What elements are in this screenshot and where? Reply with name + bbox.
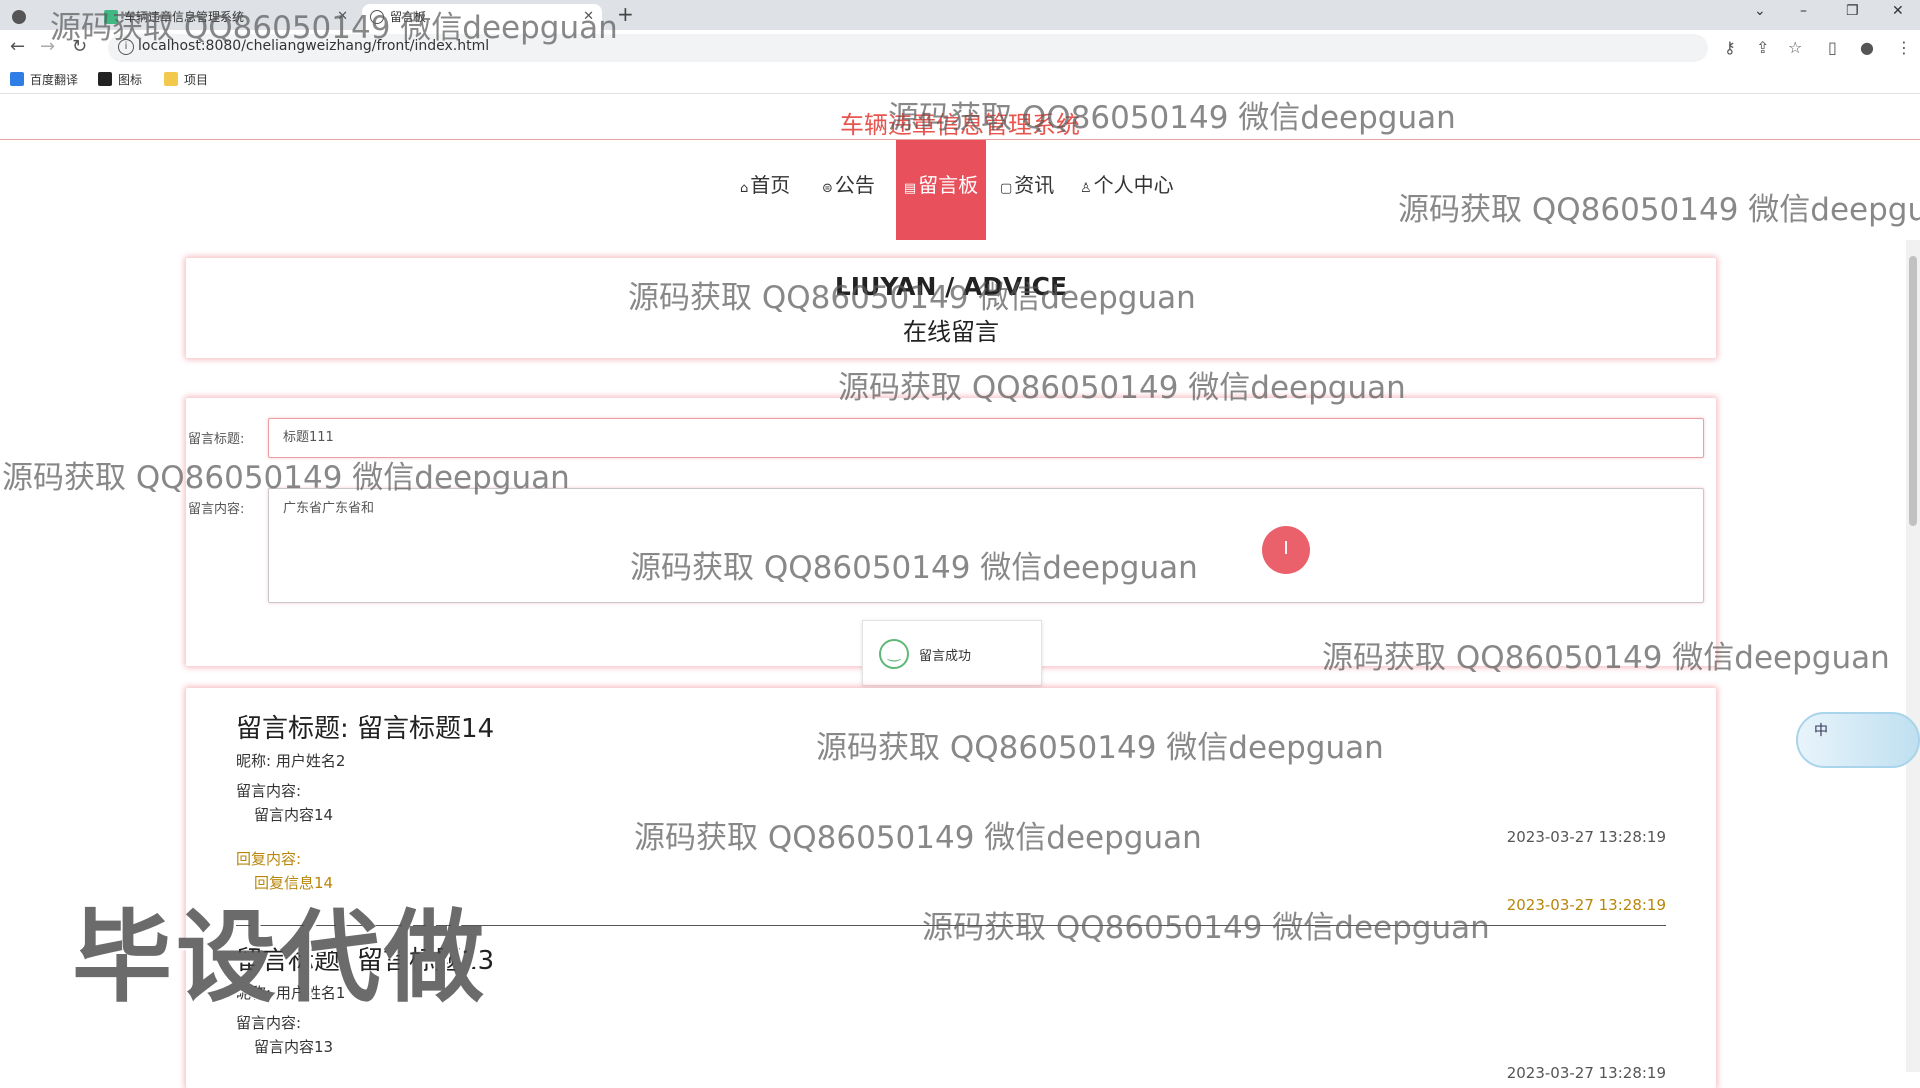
page-scrollbar[interactable] — [1906, 240, 1920, 1072]
message-icon: ▤ — [903, 181, 917, 196]
smile-icon: ‿ — [879, 639, 909, 669]
site-header: 车辆违章信息管理系统 — [0, 95, 1920, 140]
message-title: 留言标题: 留言标题14 — [236, 714, 495, 744]
nav-label: 留言板 — [918, 173, 979, 197]
bookmark-baidu-translate[interactable]: 百度翻译 — [10, 71, 78, 88]
section-title-cn: 在线留言 — [903, 318, 999, 346]
close-icon[interactable]: ✕ — [583, 4, 594, 30]
bookmark-project[interactable]: 项目 — [164, 71, 208, 88]
tab-label: 留言板 — [390, 10, 427, 24]
forward-icon[interactable]: → — [40, 36, 55, 57]
text-cursor-icon: I — [1262, 526, 1310, 574]
sidepanel-icon[interactable]: ▯ — [1828, 38, 1837, 57]
message-content: 留言内容14 — [254, 806, 334, 824]
bookmark-icons[interactable]: 图标 — [98, 71, 142, 88]
tab-search-icon[interactable]: ⌄ — [1754, 3, 1766, 19]
home-icon: ⌂ — [740, 181, 749, 196]
content-label: 留言内容: — [188, 502, 245, 517]
reply-content: 回复信息14 — [254, 874, 334, 892]
info-icon[interactable]: i — [118, 39, 134, 55]
key-icon[interactable]: ⚷ — [1724, 38, 1736, 57]
menu-icon[interactable]: ⋮ — [1896, 38, 1912, 57]
chrome-icon — [12, 10, 26, 24]
title-label: 留言标题: — [188, 432, 245, 447]
bookmarks-bar: 百度翻译 图标 项目 — [0, 66, 1920, 94]
floating-widget[interactable]: 中 — [1796, 712, 1920, 768]
bookmark-label: 百度翻译 — [30, 73, 79, 87]
widget-label: 中 — [1814, 723, 1828, 739]
nav-label: 资讯 — [1014, 173, 1055, 197]
reply-time: 2023-03-27 13:28:19 — [1506, 896, 1666, 914]
nav-label: 公告 — [834, 173, 875, 197]
message-title-input[interactable]: 标题111 — [268, 418, 1704, 458]
reload-icon[interactable]: ↻ — [72, 36, 87, 57]
nav-notice[interactable]: ⊜ 公告 — [822, 140, 884, 240]
new-tab-icon[interactable]: + — [617, 2, 634, 26]
browser-tab-strip: 车辆违章信息管理系统 ✕ 留言板 ✕ + ⌄ – ❐ ✕ — [0, 0, 1920, 30]
vue-icon — [104, 10, 118, 24]
message-divider — [236, 925, 1666, 926]
translate-icon — [10, 72, 24, 86]
browser-tab-active[interactable]: 留言板 ✕ — [362, 4, 602, 30]
scroll-thumb[interactable] — [1909, 256, 1917, 526]
bookmark-icon — [98, 72, 112, 86]
star-icon[interactable]: ☆ — [1788, 38, 1802, 57]
message-time: 2023-03-27 13:28:19 — [1506, 828, 1666, 846]
browser-toolbar: ← → ↻ i localhost:8080/cheliangweizhang/… — [0, 30, 1920, 66]
restore-icon[interactable]: ❐ — [1846, 3, 1859, 19]
folder-icon — [164, 72, 178, 86]
nav-label: 首页 — [750, 173, 791, 197]
browser-tab-chrome[interactable] — [4, 4, 44, 30]
success-toast: ‿ 留言成功 — [862, 620, 1042, 686]
notice-icon: ⊜ — [822, 181, 833, 196]
message-nickname: 昵称: 用户姓名1 — [236, 984, 346, 1002]
share-icon[interactable]: ⇪ — [1756, 38, 1769, 57]
globe-icon — [370, 10, 384, 24]
profile-icon[interactable]: ● — [1860, 38, 1874, 57]
news-icon: ▢ — [1000, 181, 1013, 196]
bookmark-label: 项目 — [184, 73, 209, 87]
site-title: 车辆违章信息管理系统 — [840, 111, 1080, 139]
address-bar[interactable]: i localhost:8080/cheliangweizhang/front/… — [108, 34, 1708, 62]
section-title-en: LIUYAN / ADVICE — [834, 272, 1068, 301]
tab-label: 车辆违章信息管理系统 — [124, 10, 245, 24]
close-icon[interactable]: ✕ — [337, 4, 348, 30]
message-title: 留言标题: 留言标题13 — [236, 946, 495, 976]
bookmark-label: 图标 — [118, 73, 143, 87]
toast-message: 留言成功 — [919, 649, 972, 664]
browser-tab-system[interactable]: 车辆违章信息管理系统 ✕ — [96, 4, 356, 30]
nav-home[interactable]: ⌂ 首页 — [740, 140, 802, 240]
reply-label: 回复内容: — [236, 850, 302, 868]
nav-user-center[interactable]: ♙ 个人中心 — [1080, 140, 1180, 240]
nav-message-board[interactable]: ▤ 留言板 — [896, 140, 986, 240]
section-title-card: LIUYAN / ADVICE 在线留言 — [186, 258, 1716, 358]
message-content: 留言内容13 — [254, 1038, 334, 1056]
message-list: 留言标题: 留言标题14 昵称: 用户姓名2 留言内容: 留言内容14 2023… — [186, 688, 1716, 1088]
watermark: 源码获取 QQ86050149 微信deepguan — [1398, 192, 1920, 228]
minimize-icon[interactable]: – — [1800, 3, 1807, 19]
message-content-label: 留言内容: — [236, 1014, 302, 1032]
nav-news[interactable]: ▢ 资讯 — [1000, 140, 1062, 240]
message-nickname: 昵称: 用户姓名2 — [236, 752, 346, 770]
user-icon: ♙ — [1080, 181, 1092, 196]
nav-label: 个人中心 — [1093, 173, 1174, 197]
url-text[interactable]: localhost:8080/cheliangweizhang/front/in… — [138, 38, 489, 54]
window-close-icon[interactable]: ✕ — [1892, 3, 1904, 19]
message-content-label: 留言内容: — [236, 782, 302, 800]
back-icon[interactable]: ← — [10, 36, 25, 57]
message-content-textarea[interactable]: 广东省广东省和 — [268, 488, 1704, 603]
message-time: 2023-03-27 13:28:19 — [1506, 1064, 1666, 1082]
